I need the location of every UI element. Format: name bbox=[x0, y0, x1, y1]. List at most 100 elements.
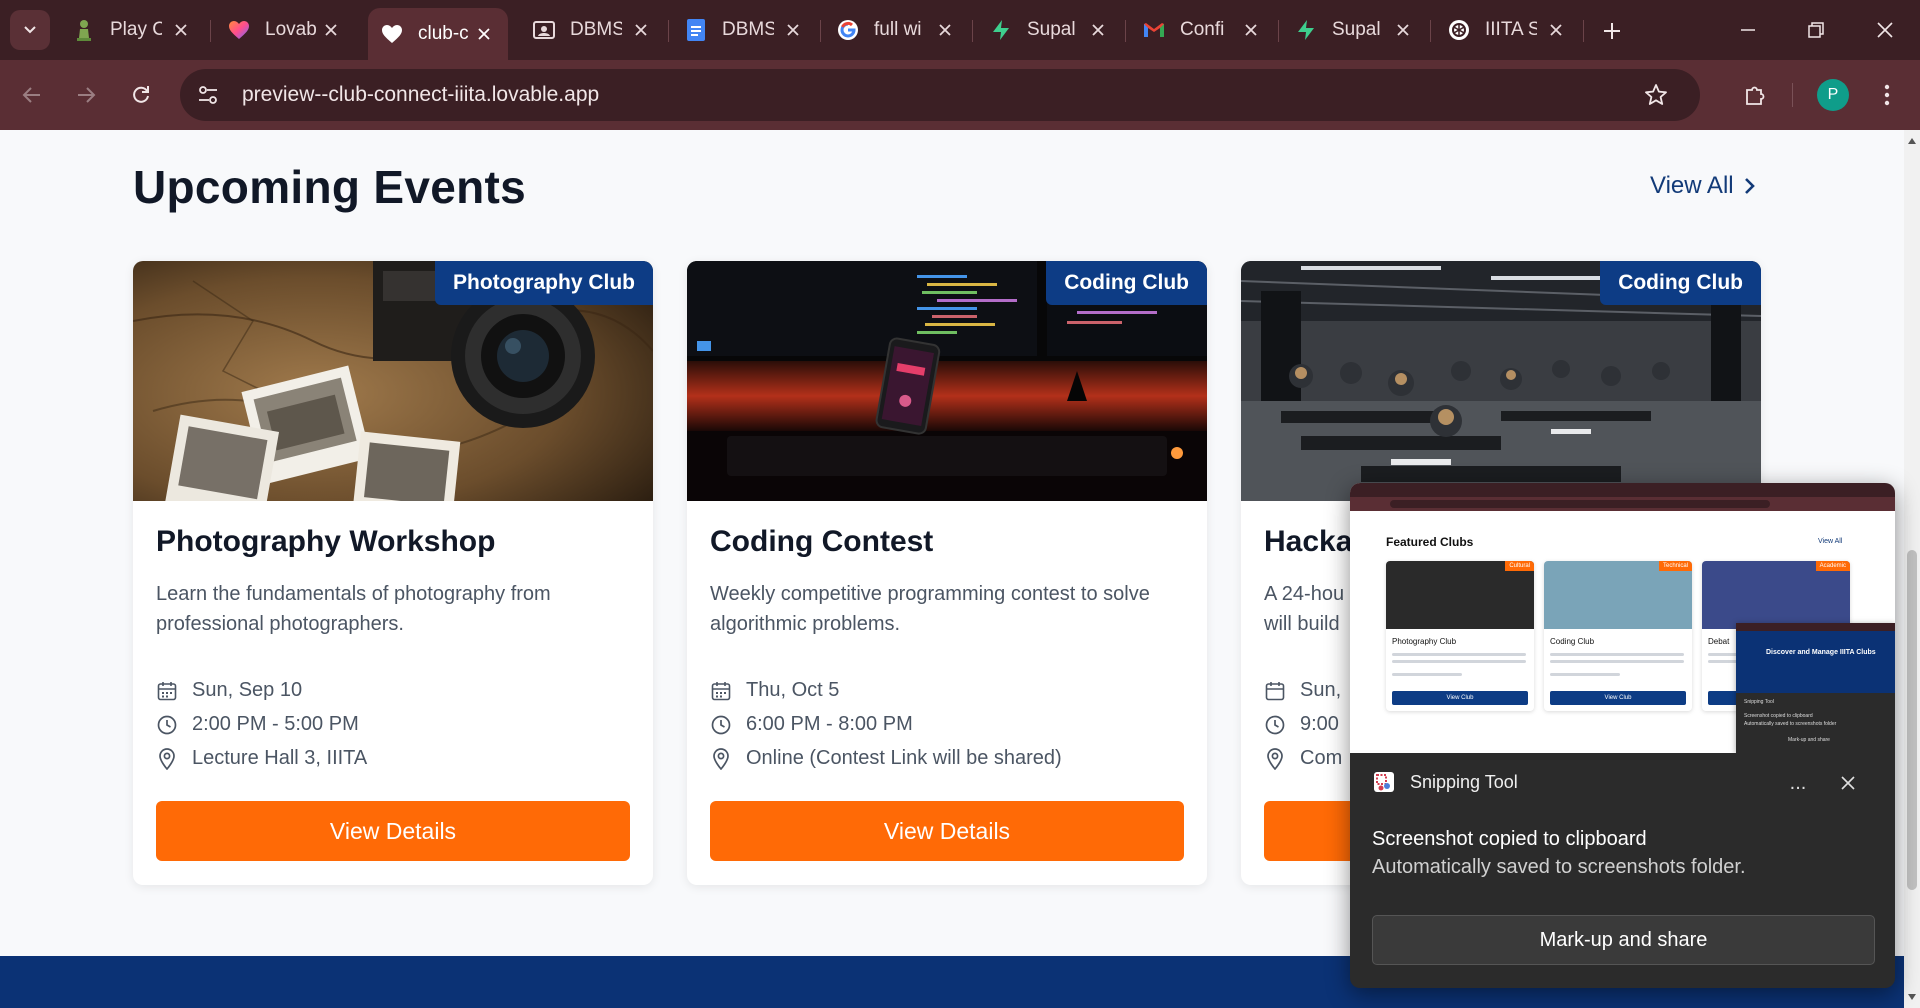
event-time-text: 6:00 PM - 8:00 PM bbox=[746, 713, 913, 735]
close-icon[interactable] bbox=[781, 18, 805, 42]
classroom-icon bbox=[532, 18, 556, 42]
event-time: 2:00 PM - 5:00 PM bbox=[156, 713, 359, 736]
screenshot-preview[interactable]: Featured Clubs View All Cultural Photogr… bbox=[1350, 483, 1895, 753]
reload-icon bbox=[133, 86, 149, 103]
scrollbar-thumb[interactable] bbox=[1907, 550, 1917, 890]
event-location: Online (Contest Link will be shared) bbox=[710, 747, 1062, 770]
close-icon[interactable] bbox=[472, 22, 496, 46]
view-details-button[interactable]: View Details bbox=[710, 801, 1184, 861]
event-location-text: Lecture Hall 3, IIITA bbox=[192, 747, 368, 769]
more-options-icon: ... bbox=[1789, 771, 1807, 794]
restore-button[interactable] bbox=[1793, 10, 1839, 50]
preview-club-name: Photography Club bbox=[1392, 637, 1457, 646]
forward-button[interactable] bbox=[66, 75, 106, 115]
browser-tab[interactable]: Confi bbox=[1130, 8, 1275, 52]
docs-icon bbox=[684, 18, 708, 42]
tab-divider bbox=[668, 20, 669, 42]
event-image: Coding Club bbox=[687, 261, 1207, 501]
chevron-down-icon bbox=[24, 26, 36, 34]
event-date: Thu, Oct 5 bbox=[710, 679, 839, 702]
snipping-tool-notification[interactable]: Featured Clubs View All Cultural Photogr… bbox=[1350, 483, 1895, 988]
site-info-icon[interactable] bbox=[188, 75, 228, 115]
preview-text-line bbox=[1392, 653, 1526, 656]
close-icon[interactable] bbox=[629, 18, 653, 42]
supabase-icon bbox=[1294, 18, 1318, 42]
event-description: Learn the fundamentals of photography fr… bbox=[156, 583, 551, 635]
tab-divider bbox=[1583, 20, 1584, 42]
event-time: 9:00 bbox=[1264, 713, 1339, 736]
arrow-right-icon bbox=[78, 87, 96, 103]
close-icon[interactable] bbox=[1086, 18, 1110, 42]
close-icon[interactable] bbox=[169, 18, 193, 42]
browser-tab[interactable]: Play C bbox=[60, 8, 205, 52]
snipping-tool-icon bbox=[1374, 772, 1394, 792]
tab-divider bbox=[1430, 20, 1431, 42]
minimize-icon bbox=[1741, 29, 1755, 31]
browser-menu-button[interactable] bbox=[1867, 75, 1907, 115]
plus-icon bbox=[1604, 23, 1620, 39]
clock-icon bbox=[710, 714, 732, 736]
preview-nested-screenshot: Discover and Manage IIITA Clubs Snipping… bbox=[1736, 623, 1895, 753]
event-date: Sun, bbox=[1264, 679, 1341, 702]
event-location: Lecture Hall 3, IIITA bbox=[156, 747, 367, 770]
browser-tab[interactable]: Lovab bbox=[215, 8, 355, 52]
event-title: Coding Contest bbox=[710, 525, 934, 558]
preview-club-tag: Technical bbox=[1658, 561, 1692, 571]
browser-tab[interactable]: DBMS bbox=[672, 8, 817, 52]
preview-nested-tabstrip bbox=[1736, 623, 1895, 631]
browser-toolbar: preview--club-connect-iiita.lovable.app … bbox=[0, 60, 1920, 130]
event-time: 6:00 PM - 8:00 PM bbox=[710, 713, 913, 736]
close-icon[interactable] bbox=[1239, 18, 1263, 42]
event-location-text: Online (Contest Link will be shared) bbox=[746, 747, 1062, 769]
minimize-button[interactable] bbox=[1725, 10, 1771, 50]
tab-title: Supal bbox=[1332, 19, 1381, 40]
extensions-button[interactable] bbox=[1735, 75, 1775, 115]
tab-search-button[interactable] bbox=[10, 10, 50, 50]
more-options-button[interactable]: ... bbox=[1780, 765, 1816, 801]
view-all-link[interactable]: View All bbox=[1650, 172, 1756, 200]
notification-body: Automatically saved to screenshots folde… bbox=[1372, 856, 1746, 878]
tab-title: IIITA S bbox=[1485, 19, 1537, 40]
browser-tab[interactable]: full wi bbox=[824, 8, 969, 52]
supabase-icon bbox=[989, 18, 1013, 42]
browser-tab[interactable]: Supal bbox=[977, 8, 1122, 52]
browser-tab-active[interactable]: club-c bbox=[368, 8, 508, 60]
address-bar[interactable]: preview--club-connect-iiita.lovable.app bbox=[180, 69, 1700, 121]
map-pin-icon bbox=[1264, 747, 1286, 770]
tab-title: DBMS bbox=[722, 19, 774, 40]
scroll-up-arrow-icon[interactable] bbox=[1907, 136, 1917, 146]
notification-header: Snipping Tool ... bbox=[1350, 753, 1895, 813]
notification-close-button[interactable] bbox=[1830, 765, 1866, 801]
close-icon bbox=[1841, 776, 1855, 790]
close-window-button[interactable] bbox=[1862, 10, 1908, 50]
notification-app-name: Snipping Tool bbox=[1410, 772, 1518, 792]
new-tab-button[interactable] bbox=[1595, 14, 1629, 48]
profile-avatar[interactable]: P bbox=[1817, 79, 1849, 111]
close-icon[interactable] bbox=[933, 18, 957, 42]
calendar-icon bbox=[710, 680, 732, 702]
close-icon[interactable] bbox=[319, 18, 343, 42]
toolbar-divider bbox=[1792, 83, 1793, 107]
browser-tab[interactable]: DBMS bbox=[520, 8, 665, 52]
reload-button[interactable] bbox=[121, 75, 161, 115]
scroll-down-arrow-icon[interactable] bbox=[1907, 992, 1917, 1002]
kebab-menu-icon bbox=[1884, 84, 1890, 106]
browser-tab[interactable]: Supal bbox=[1282, 8, 1427, 52]
clock-icon bbox=[156, 714, 178, 736]
view-details-button[interactable]: View Details bbox=[156, 801, 630, 861]
browser-tab[interactable]: IIITA S bbox=[1435, 8, 1580, 52]
page-scrollbar[interactable] bbox=[1904, 130, 1920, 1008]
markup-and-share-button[interactable]: Mark-up and share bbox=[1372, 915, 1875, 965]
arrow-left-icon bbox=[22, 87, 40, 103]
event-title: Photography Workshop bbox=[156, 525, 496, 558]
preview-club-card: Cultural Photography Club View Club bbox=[1386, 561, 1534, 711]
preview-text-line bbox=[1550, 660, 1684, 663]
view-all-label: View All bbox=[1650, 172, 1734, 199]
bookmark-star-icon[interactable] bbox=[1640, 79, 1672, 111]
tab-title: DBMS bbox=[570, 19, 622, 40]
event-title: Hacka bbox=[1264, 525, 1353, 558]
close-icon[interactable] bbox=[1544, 18, 1568, 42]
close-icon[interactable] bbox=[1391, 18, 1415, 42]
calendar-icon bbox=[156, 680, 178, 702]
back-button[interactable] bbox=[12, 75, 52, 115]
